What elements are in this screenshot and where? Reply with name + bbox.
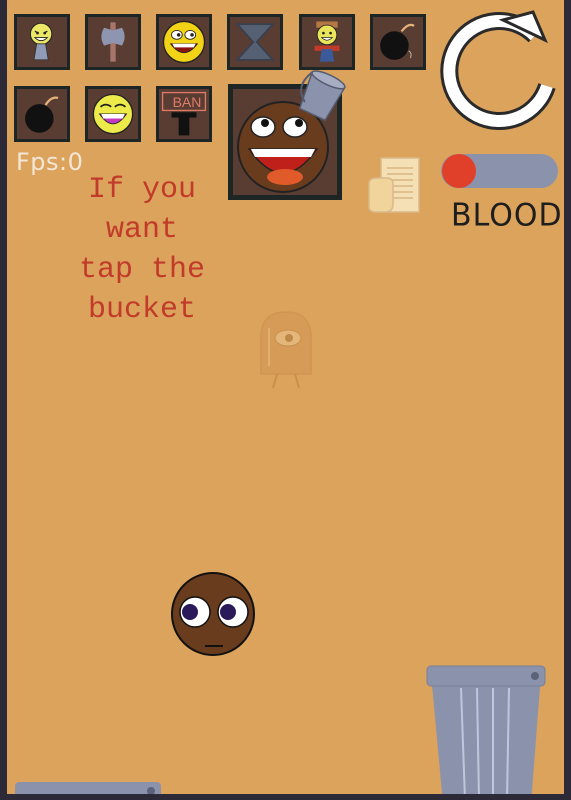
- toggle-knob: [442, 154, 476, 188]
- ghost-figure-icon: [260, 311, 312, 389]
- axe-icon: [101, 22, 125, 62]
- bomb-icon: [25, 96, 59, 133]
- hint-line: If you: [87, 173, 197, 207]
- bomb-icon: [380, 23, 415, 60]
- scroll-paper-icon[interactable]: [365, 154, 423, 216]
- hint-text: If you want tap the bucket: [47, 170, 237, 330]
- slot-smiley-doll[interactable]: [14, 14, 70, 70]
- ban-label: BAN: [172, 94, 202, 110]
- hint-line: tap the: [78, 253, 206, 287]
- smiley-doll-icon: [29, 22, 53, 61]
- slot-gift-character[interactable]: [299, 14, 355, 70]
- slot-hourglass[interactable]: [227, 14, 283, 70]
- trash-can[interactable]: [425, 664, 547, 794]
- hourglass-icon: [235, 23, 275, 61]
- blood-label: BLOOD: [451, 197, 563, 234]
- slot-laughing-face[interactable]: [156, 14, 212, 70]
- slot-axe[interactable]: [85, 14, 141, 70]
- restart-icon[interactable]: [437, 6, 561, 134]
- gift-character-icon: [314, 21, 340, 62]
- bucket-icon[interactable]: [290, 68, 350, 132]
- laughing-face-icon: [162, 20, 206, 64]
- bottom-pipe: [15, 782, 161, 794]
- hint-line: bucket: [87, 293, 197, 327]
- ragdoll-character[interactable]: [169, 570, 259, 660]
- slot-grinning-face[interactable]: [85, 86, 141, 142]
- slot-bomb-dark[interactable]: [370, 14, 426, 70]
- hint-line: want: [105, 213, 178, 247]
- slot-bomb[interactable]: [14, 86, 70, 142]
- game-stage[interactable]: BAN Fps:0 If you want tap the bucket BLO…: [7, 0, 564, 794]
- slot-ban-hammer[interactable]: BAN: [156, 86, 212, 142]
- grinning-face-icon: [92, 93, 134, 135]
- blood-toggle[interactable]: [441, 154, 558, 188]
